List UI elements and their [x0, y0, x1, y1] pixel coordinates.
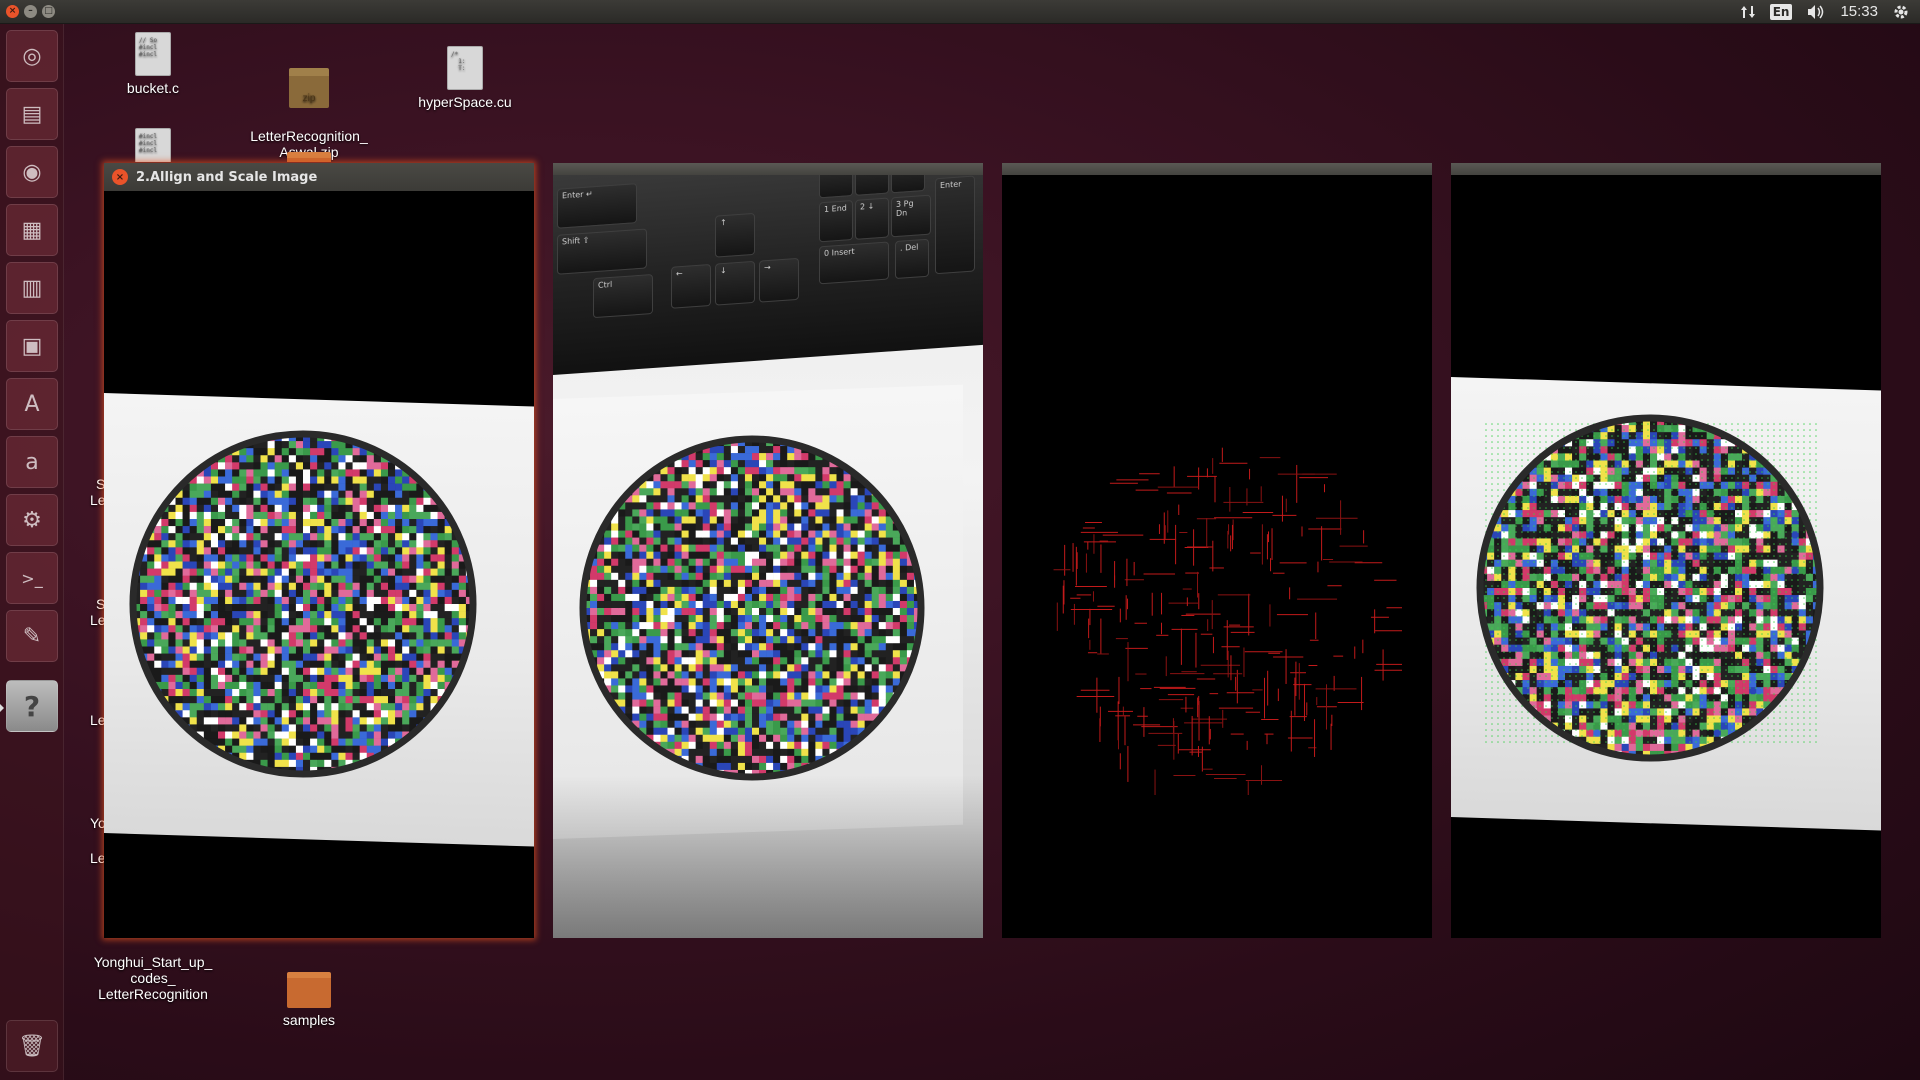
impress-icon: ▣ [21, 333, 43, 359]
launcher-trash[interactable]: 🗑 [6, 1020, 58, 1072]
c-source-file-icon: // So #incl #incl [135, 32, 171, 76]
image-canvas: Enter ↵ Shift ⇧ Ctrl ↑ ← ↓ → 7 8 9 1 End… [553, 175, 983, 938]
desktop-icon-label: hyperSpace.cu [418, 94, 512, 110]
launcher-software-center[interactable]: A [6, 378, 58, 430]
keyboard-photo: Enter ↵ Shift ⇧ Ctrl ↑ ← ↓ → 7 8 9 1 End… [553, 175, 983, 375]
calc-icon: ▥ [21, 275, 43, 301]
launcher-help[interactable]: ? [6, 680, 58, 732]
window-close-button[interactable]: × [112, 169, 128, 185]
files-icon: ▤ [21, 101, 43, 127]
folder-icon [287, 972, 331, 1008]
c-source-file-icon: #incl #incl #incl [135, 128, 171, 162]
image-window-grid-overlay[interactable] [1451, 163, 1881, 938]
keyboard-key: Enter [935, 175, 975, 275]
keyboard-key: 2 ↓ [855, 197, 889, 240]
amazon-icon: a [25, 449, 39, 475]
keyboard-key: 7 [819, 175, 853, 199]
folder-icon [287, 152, 331, 162]
image-canvas [1451, 175, 1881, 938]
system-tool-icon: ✎ [22, 623, 42, 649]
keyboard-key: 0 Insert [819, 241, 889, 285]
keyboard-key: 9 [891, 175, 925, 194]
terminal-icon: >_ [21, 568, 43, 588]
settings-gear-icon: ⚙ [22, 507, 42, 533]
keyboard-key: ← [671, 263, 711, 309]
indicator-area: En 15:33 [1740, 3, 1910, 21]
desktop-icon-samples[interactable]: samples [244, 972, 374, 1028]
minimize-window-button[interactable]: – [24, 5, 37, 18]
maximize-window-button[interactable]: □ [42, 5, 55, 18]
launcher-calc[interactable]: ▥ [6, 262, 58, 314]
image-canvas [104, 191, 534, 938]
desktop-icon-hyperspace-cu[interactable]: /* 1: T: hyperSpace.cu [400, 46, 530, 110]
clock[interactable]: 15:33 [1840, 3, 1878, 20]
network-updown-icon[interactable] [1740, 4, 1756, 20]
window-controls: × – □ [6, 5, 55, 18]
desktop-icon-bucket-c[interactable]: // So #incl #incl bucket.c [88, 32, 218, 96]
keyboard-key: Shift ⇧ [557, 228, 647, 275]
keyboard-key: Enter ↵ [557, 183, 637, 229]
keyboard-key: 8 [855, 175, 889, 196]
launcher-system-tool[interactable]: ✎ [6, 610, 58, 662]
launcher-firefox[interactable]: ◉ [6, 146, 58, 198]
image-window-allign-scale[interactable]: × 2.Allign and Scale Image [104, 163, 534, 938]
launcher-files[interactable]: ▤ [6, 88, 58, 140]
keyboard-key: Ctrl [593, 274, 653, 319]
image-window-raw-photo[interactable]: Enter ↵ Shift ⇧ Ctrl ↑ ← ↓ → 7 8 9 1 End… [553, 163, 983, 938]
keyboard-key: ↑ [715, 212, 755, 258]
keyboard-key: ↓ [715, 260, 755, 306]
window-titlebar[interactable] [1451, 163, 1881, 175]
writer-icon: ▦ [21, 217, 43, 243]
top-panel: × – □ En 15:33 [0, 0, 1920, 24]
launcher-system-settings[interactable]: ⚙ [6, 494, 58, 546]
zip-archive-icon: zip [289, 68, 329, 108]
desktop-icon-partial-file[interactable]: #incl #incl #incl [88, 128, 218, 162]
keyboard-key: . Del [895, 238, 929, 280]
trash-icon: 🗑 [18, 1033, 46, 1059]
keyboard-key: 1 End [819, 200, 853, 243]
image-canvas [1002, 175, 1432, 938]
keyboard-key: 3 Pg Dn [891, 194, 931, 238]
color-grid-disc-with-grid [1476, 414, 1824, 762]
keyboard-layout-indicator[interactable]: En [1769, 3, 1793, 20]
software-center-icon: A [24, 391, 40, 417]
desktop-icon-label: samples [282, 1012, 336, 1028]
window-title: 2.Allign and Scale Image [136, 169, 318, 185]
volume-icon[interactable] [1806, 4, 1826, 20]
gear-icon[interactable] [1892, 3, 1910, 21]
launcher-amazon[interactable]: a [6, 436, 58, 488]
desktop-icon-partial-folder[interactable] [244, 152, 374, 162]
desktop-icon-yonghui-folder[interactable]: Yonghui_Start_up_ codes_ LetterRecogniti… [88, 938, 218, 1018]
launcher-writer[interactable]: ▦ [6, 204, 58, 256]
firefox-icon: ◉ [22, 159, 42, 185]
help-icon: ? [23, 689, 41, 723]
running-indicator [0, 704, 4, 712]
window-titlebar[interactable]: × 2.Allign and Scale Image [104, 163, 534, 191]
color-grid-disc [579, 435, 925, 781]
shadow-overlay [553, 775, 983, 938]
desktop-icon-label: bucket.c [126, 80, 180, 96]
ubuntu-logo-icon: ◎ [22, 43, 42, 69]
desktop-icon-label: Yonghui_Start_up_ codes_ LetterRecogniti… [93, 954, 213, 1003]
window-titlebar[interactable] [553, 163, 983, 175]
window-titlebar[interactable] [1002, 163, 1432, 175]
feature-lines-plot [1053, 447, 1402, 795]
cuda-source-file-icon: /* 1: T: [447, 46, 483, 90]
launcher-impress[interactable]: ▣ [6, 320, 58, 372]
close-window-button[interactable]: × [6, 5, 19, 18]
launcher: ◎ ▤ ◉ ▦ ▥ ▣ A a ⚙ >_ ✎ ? 🗑 [0, 24, 64, 1080]
launcher-dash-home[interactable]: ◎ [6, 30, 58, 82]
launcher-terminal[interactable]: >_ [6, 552, 58, 604]
image-window-feature-lines[interactable] [1002, 163, 1432, 938]
color-grid-disc [129, 430, 477, 778]
keyboard-key: → [759, 257, 799, 303]
